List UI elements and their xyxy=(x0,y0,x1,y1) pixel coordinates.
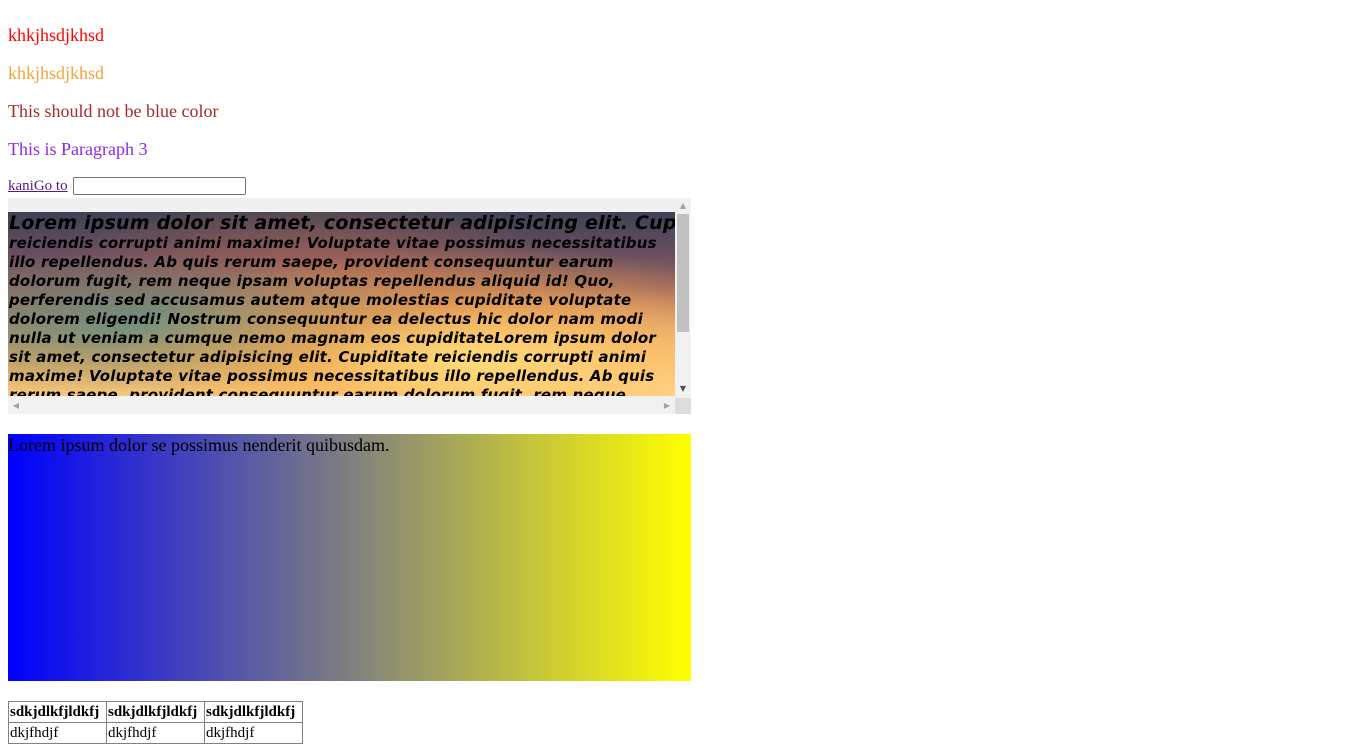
table-header-cell: sdkjdlkfjldkfj xyxy=(106,701,205,723)
scroll-up-arrow-icon[interactable]: ▲ xyxy=(675,201,691,211)
horizontal-scrollbar[interactable]: ◀ ▶ xyxy=(8,398,675,414)
scroll-heading: Lorem ipsum dolor sit amet, consectetur … xyxy=(9,212,675,234)
data-table: sdkjdlkfjldkfj sdkjdlkfjldkfj sdkjdlkfjl… xyxy=(8,701,303,744)
table-row: dkjfhdjf dkjfhdjf dkjfhdjf xyxy=(8,722,303,744)
scroll-content-image-background: Lorem ipsum dolor sit amet, consectetur … xyxy=(8,212,675,396)
gradient-box: Lorem ipsum dolor se possimus nenderit q… xyxy=(8,434,691,681)
scroll-right-arrow-icon[interactable]: ▶ xyxy=(659,401,675,411)
paragraph-purple: This is Paragraph 3 xyxy=(8,139,148,159)
gradient-box-text: Lorem ipsum dolor se possimus nenderit q… xyxy=(8,435,390,455)
scroll-text: Lorem ipsum dolor sit amet, consectetur … xyxy=(8,212,675,396)
scroll-left-arrow-icon[interactable]: ◀ xyxy=(8,401,24,411)
goto-row: kaniGo to xyxy=(8,175,246,197)
paragraph-red: khkjhsdjkhsd xyxy=(8,25,105,45)
table-cell: dkjfhdjf xyxy=(204,722,303,744)
table-cell: dkjfhdjf xyxy=(106,722,205,744)
scrollable-text-box[interactable]: Lorem ipsum dolor sit amet, consectetur … xyxy=(8,198,691,414)
scroll-down-arrow-icon[interactable]: ▼ xyxy=(675,384,691,394)
table-cell: dkjfhdjf xyxy=(8,722,107,744)
paragraph-orange: khkjhsdjkhsd xyxy=(8,63,105,83)
table-header-cell: sdkjdlkfjldkfj xyxy=(8,701,107,723)
paragraph-brown: This should not be blue color xyxy=(8,101,219,121)
table-header-cell: sdkjdlkfjldkfj xyxy=(204,701,303,723)
scroll-body: reiciendis corrupti animi maxime! Volupt… xyxy=(9,234,657,396)
scrollbar-corner xyxy=(675,398,691,414)
vertical-scrollbar-thumb[interactable] xyxy=(677,214,689,332)
vertical-scrollbar[interactable]: ▲ ▼ xyxy=(675,198,691,398)
page: khkjhsdjkhsd khkjhsdjkhsd This should no… xyxy=(0,0,1366,752)
table-header-row: sdkjdlkfjldkfj sdkjdlkfjldkfj sdkjdlkfjl… xyxy=(8,701,303,723)
goto-link[interactable]: kaniGo to xyxy=(8,178,68,195)
goto-input[interactable] xyxy=(72,177,246,195)
